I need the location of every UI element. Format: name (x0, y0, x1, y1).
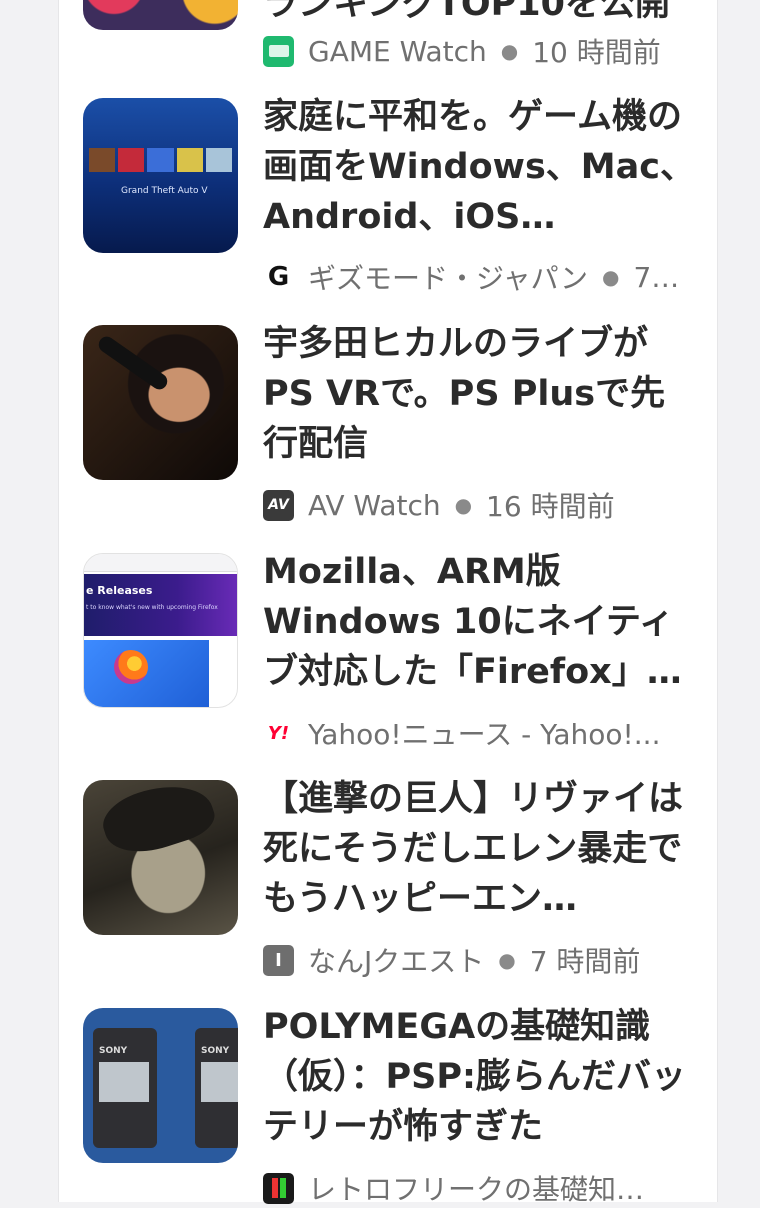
article-thumbnail[interactable]: Grand Theft Auto V (83, 98, 238, 253)
firefox-logo-icon (114, 650, 148, 684)
article-thumbnail[interactable] (83, 780, 238, 935)
article-meta: G ギズモード・ジャパン ● 7… (263, 257, 693, 297)
article-title[interactable]: ランキングTOP10を公開 (263, 0, 695, 29)
yahoo-icon: Y! (263, 717, 294, 749)
separator-dot: ● (500, 39, 519, 63)
article-meta: I なんJクエスト ● 7 時間前 (263, 940, 693, 980)
article-title[interactable]: POLYMEGAの基礎知識（仮）：PSP:膨らんだバッテリーが怖すぎた (263, 1002, 695, 1152)
hair-shape (96, 780, 220, 864)
article-thumbnail[interactable] (83, 0, 238, 30)
article-time: 7… (633, 260, 680, 294)
article-meta: レトロフリークの基礎知… (263, 1168, 693, 1208)
article-time: 16 時間前 (486, 490, 615, 523)
news-feed: ランキングTOP10を公開 GAME Watch ● 10 時間前 Grand … (58, 0, 718, 1206)
banner-area: e Releases t to know what's new with upc… (84, 574, 237, 636)
article-title[interactable]: 家庭に平和を。ゲーム機の画面をWindows、Mac、Android、iOS… (263, 92, 695, 242)
nanj-quest-icon: I (263, 944, 294, 976)
firefox-area (84, 640, 209, 707)
article-thumbnail[interactable]: SONY SONY (83, 1008, 238, 1163)
article-source: レトロフリークの基礎知… (308, 1173, 645, 1206)
separator-dot: ● (454, 493, 473, 517)
retro-freak-icon (263, 1172, 294, 1204)
battery-right: SONY (195, 1028, 238, 1148)
article-time: 7 時間前 (529, 945, 641, 978)
av-watch-icon: AV (263, 489, 294, 521)
thumb-caption: Grand Theft Auto V (121, 186, 208, 196)
article-time: 10 時間前 (532, 36, 661, 69)
article-meta: AV AV Watch ● 16 時間前 (263, 485, 693, 525)
banner-subtext: t to know what's new with upcoming Firef… (86, 604, 218, 611)
separator-dot: ● (498, 948, 516, 972)
article-thumbnail[interactable]: e Releases t to know what's new with upc… (83, 553, 238, 708)
browser-toolbar (84, 554, 237, 572)
battery-label: SONY (99, 1046, 128, 1056)
article-title[interactable]: 【進撃の巨人】リヴァイは死にそうだしエレン暴走でもうハッピーエン… (263, 774, 695, 924)
battery-label: SONY (201, 1046, 230, 1056)
article-source: なんJクエスト (308, 945, 485, 978)
article-meta: Y! Yahoo!ニュース - Yahoo!... (263, 713, 693, 753)
microphone-shape (95, 333, 171, 393)
battery-left: SONY (93, 1028, 157, 1148)
article-thumbnail[interactable] (83, 325, 238, 480)
article-source: Yahoo!ニュース - Yahoo!... (308, 718, 661, 751)
banner-heading: e Releases (86, 584, 153, 597)
article-title[interactable]: Mozilla、ARM版Windows 10にネイティブ対応した「Firefox… (263, 547, 695, 697)
game-watch-icon (263, 35, 294, 67)
article-source: ギズモード・ジャパン (308, 262, 589, 295)
gizmodo-icon: G (263, 261, 294, 293)
thumb-tiles (89, 148, 233, 172)
separator-dot: ● (602, 265, 620, 289)
article-title[interactable]: 宇多田ヒカルのライブがPS VRで。PS Plusで先行配信 (263, 319, 695, 469)
article-meta: GAME Watch ● 10 時間前 (263, 31, 693, 71)
article-source: GAME Watch (308, 34, 487, 68)
article-source: AV Watch (308, 488, 441, 522)
